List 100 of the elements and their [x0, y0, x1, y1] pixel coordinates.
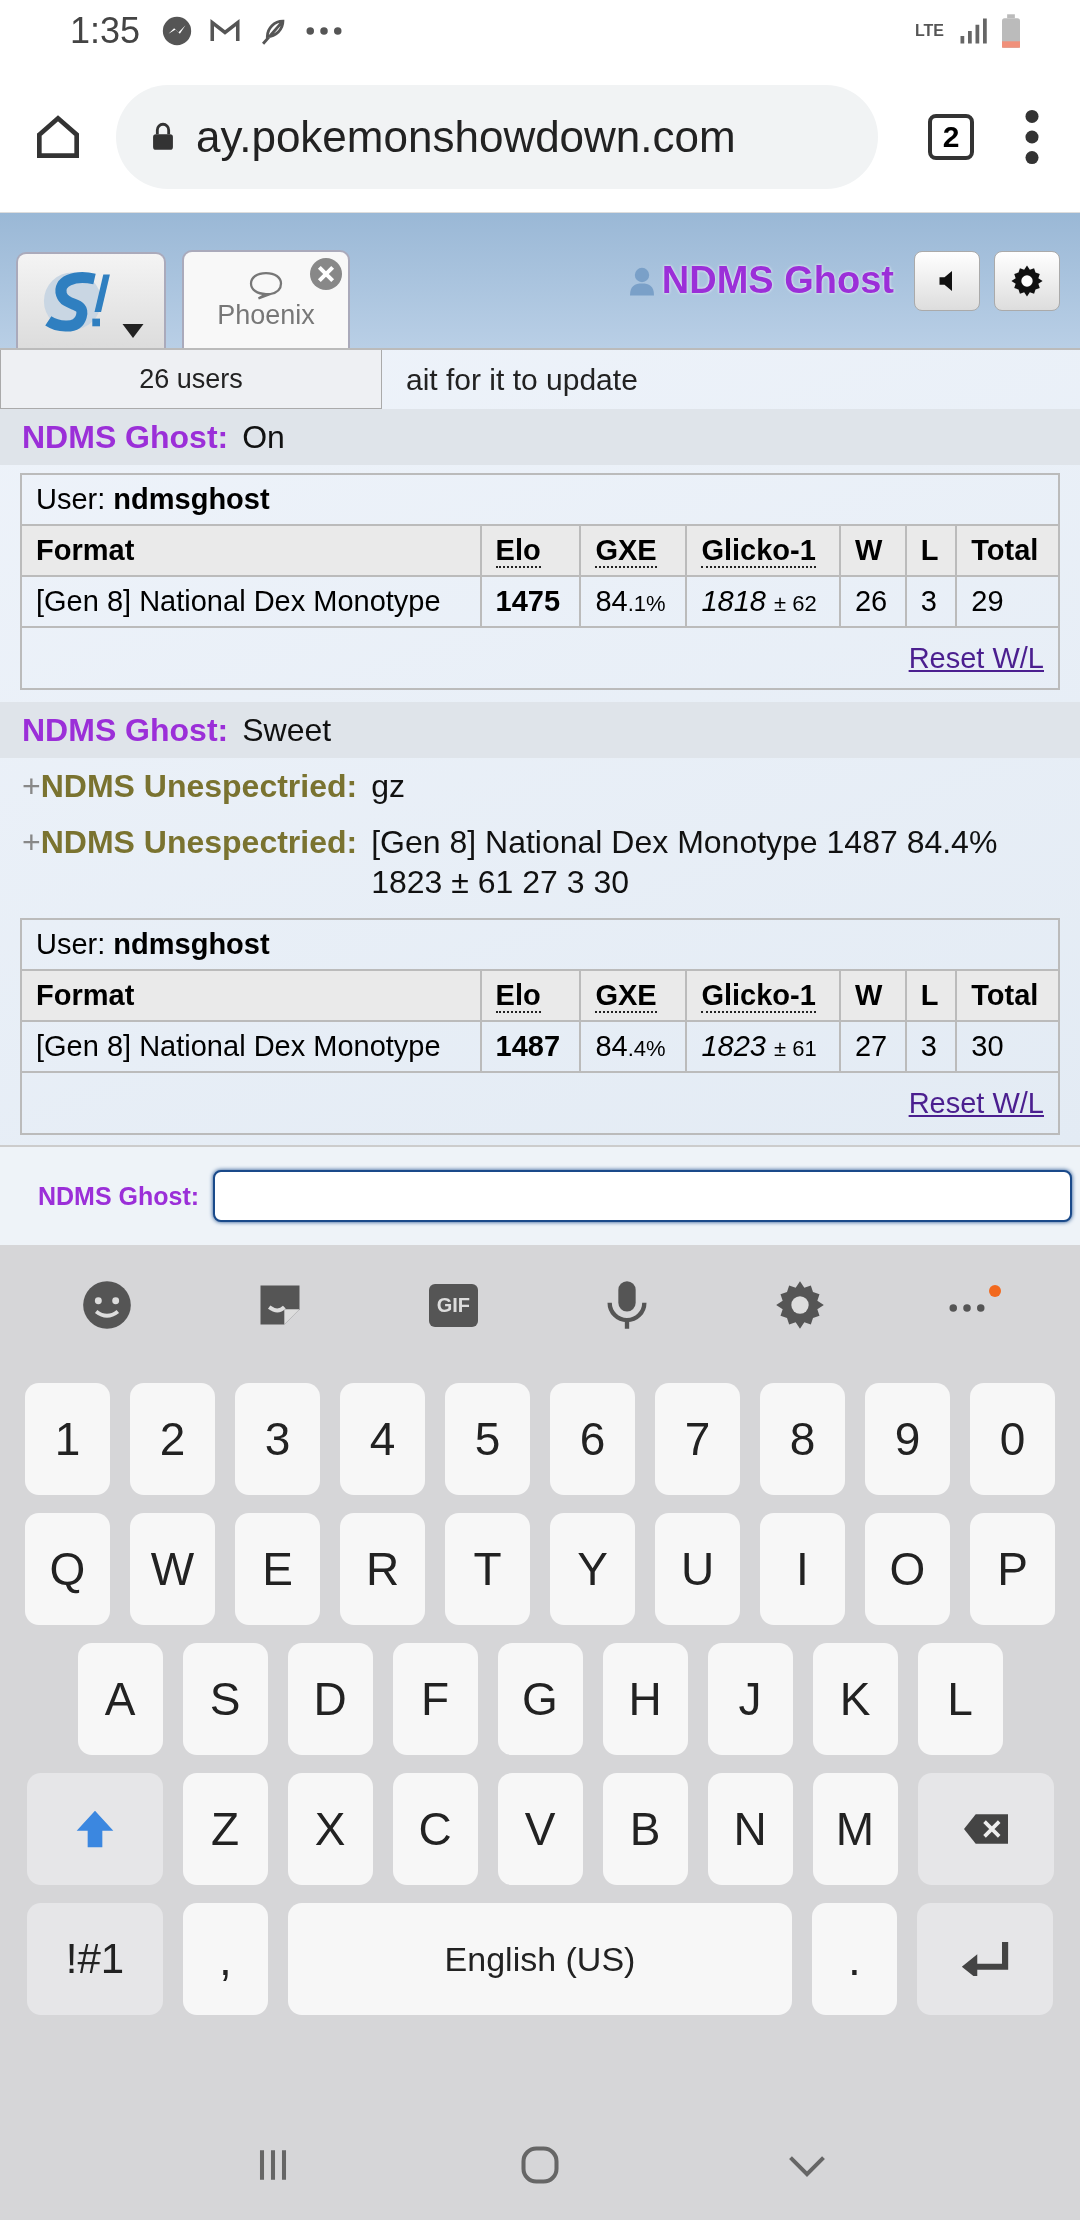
table-cell: 1818 ± 62 [686, 576, 840, 627]
table-cell: 1475 [480, 576, 581, 627]
keyboard-key[interactable]: N [707, 1773, 793, 1885]
table-cell: 30 [956, 1021, 1059, 1072]
settings-button[interactable] [994, 250, 1060, 311]
settings-icon [1010, 263, 1044, 298]
keyboard-key[interactable]: 9 [865, 1383, 950, 1495]
chat-message: gz [371, 767, 405, 806]
keyboard-key[interactable]: Q [25, 1513, 110, 1625]
symbols-key[interactable]: !#1 [27, 1903, 163, 2015]
enter-key[interactable] [917, 1903, 1053, 2015]
column-header: W [839, 525, 906, 576]
room-tab[interactable]: Phoenix [182, 250, 350, 348]
chat-username[interactable]: NDMS Ghost: [22, 417, 229, 457]
address-bar[interactable]: ay.pokemonshowdown.com [116, 85, 878, 189]
keyboard-key[interactable]: M [812, 1773, 898, 1885]
table-cell: 84.1% [580, 576, 687, 627]
chat-message: [Gen 8] National Dex Monotype 1487 84.4% 1823 ± 61 27 3 30 [371, 823, 999, 902]
keyboard-key[interactable]: . [812, 1903, 897, 2015]
keyboard-key[interactable]: U [655, 1513, 740, 1625]
keyboard-key[interactable]: 3 [235, 1383, 320, 1495]
message-input-field[interactable] [213, 1170, 1072, 1222]
chat-username[interactable]: NDMS Ghost: [22, 710, 229, 750]
home-tab[interactable] [16, 252, 166, 348]
keyboard-key[interactable]: 6 [550, 1383, 635, 1495]
keyboard-key[interactable]: C [392, 1773, 478, 1885]
network-label: LTE [914, 22, 944, 40]
keyboard-key[interactable]: F [392, 1643, 478, 1755]
column-header: L [905, 525, 957, 576]
volume-button[interactable] [914, 250, 980, 311]
menu-icon[interactable] [1024, 109, 1040, 165]
keyboard-key[interactable]: S [182, 1643, 268, 1755]
emoji-icon[interactable] [80, 1279, 133, 1331]
keyboard-key[interactable]: H [602, 1643, 688, 1755]
table-cell: 1487 [480, 1021, 581, 1072]
speech-bubble-icon [248, 269, 284, 300]
input-label: NDMS Ghost: [38, 1181, 200, 1211]
user-cell: User: ndmsghost [21, 919, 1059, 970]
column-header: GXE [580, 970, 687, 1021]
gif-button[interactable]: GIF [428, 1283, 478, 1327]
column-header: Format [21, 970, 481, 1021]
user-icon [629, 265, 654, 296]
chat-message: ait for it to update [406, 362, 638, 397]
home-button-icon[interactable] [518, 2143, 562, 2187]
user-count-dropdown[interactable]: 26 users [0, 350, 382, 409]
table-cell: [Gen 8] National Dex Monotype [21, 576, 481, 627]
keyboard-key[interactable]: I [760, 1513, 845, 1625]
keyboard-key[interactable]: 0 [970, 1383, 1055, 1495]
reset-link[interactable]: Reset W/L [908, 1086, 1044, 1119]
chat-username[interactable]: +NDMS Unespectried: [22, 822, 358, 862]
column-header: Glicko-1 [686, 525, 840, 576]
keyboard-key[interactable]: K [812, 1643, 898, 1755]
table-cell: 84.4% [580, 1021, 687, 1072]
chat-message: On [242, 418, 285, 457]
keyboard-key[interactable]: A [77, 1643, 163, 1755]
keyboard-key[interactable]: O [865, 1513, 950, 1625]
reset-link[interactable]: Reset W/L [908, 641, 1044, 674]
chat-message: Sweet [242, 711, 332, 750]
column-header: GXE [580, 525, 687, 576]
column-header: Elo [480, 525, 581, 576]
keyboard-key[interactable]: E [235, 1513, 320, 1625]
tab-count-button[interactable]: 2 [928, 114, 974, 160]
close-icon[interactable] [310, 258, 342, 290]
backspace-icon [963, 1814, 1008, 1844]
keyboard-key[interactable]: X [287, 1773, 373, 1885]
keyboard-key[interactable]: D [287, 1643, 373, 1755]
column-header: Format [21, 525, 481, 576]
keyboard-key[interactable]: 5 [445, 1383, 530, 1495]
keyboard-key[interactable]: J [707, 1643, 793, 1755]
table-cell: 3 [905, 1021, 957, 1072]
column-header: Total [956, 525, 1059, 576]
keyboard-key[interactable]: V [497, 1773, 583, 1885]
chat-username[interactable]: +NDMS Unespectried: [22, 766, 358, 806]
keyboard-key[interactable]: B [602, 1773, 688, 1885]
keyboard-key[interactable]: 4 [340, 1383, 425, 1495]
keyboard-key[interactable]: T [445, 1513, 530, 1625]
column-header: Total [956, 970, 1059, 1021]
user-cell: User: ndmsghost [21, 474, 1059, 525]
keyboard-key[interactable]: W [130, 1513, 215, 1625]
enter-arrow-icon [961, 1942, 1009, 1976]
keyboard-key[interactable]: P [970, 1513, 1055, 1625]
keyboard-key[interactable]: , [183, 1903, 268, 2015]
battery-icon [1002, 14, 1020, 48]
column-header: L [905, 970, 957, 1021]
keyboard-key[interactable]: 1 [25, 1383, 110, 1495]
keyboard-key[interactable]: G [497, 1643, 583, 1755]
keyboard-key[interactable]: R [340, 1513, 425, 1625]
table-cell: 1823 ± 61 [686, 1021, 840, 1072]
shift-key[interactable] [26, 1773, 163, 1885]
keyboard-key[interactable]: Y [550, 1513, 635, 1625]
keyboard-key[interactable]: 8 [760, 1383, 845, 1495]
keyboard-key[interactable]: 7 [655, 1383, 740, 1495]
table-cell: 29 [956, 576, 1059, 627]
space-bar[interactable]: English (US) [288, 1903, 792, 2015]
column-header: Elo [480, 970, 581, 1021]
keyboard-key[interactable]: L [917, 1643, 1003, 1755]
keyboard-key[interactable]: 2 [130, 1383, 215, 1495]
table-cell: 26 [839, 576, 906, 627]
keyboard-key[interactable]: Z [182, 1773, 268, 1885]
backspace-key[interactable] [917, 1773, 1054, 1885]
